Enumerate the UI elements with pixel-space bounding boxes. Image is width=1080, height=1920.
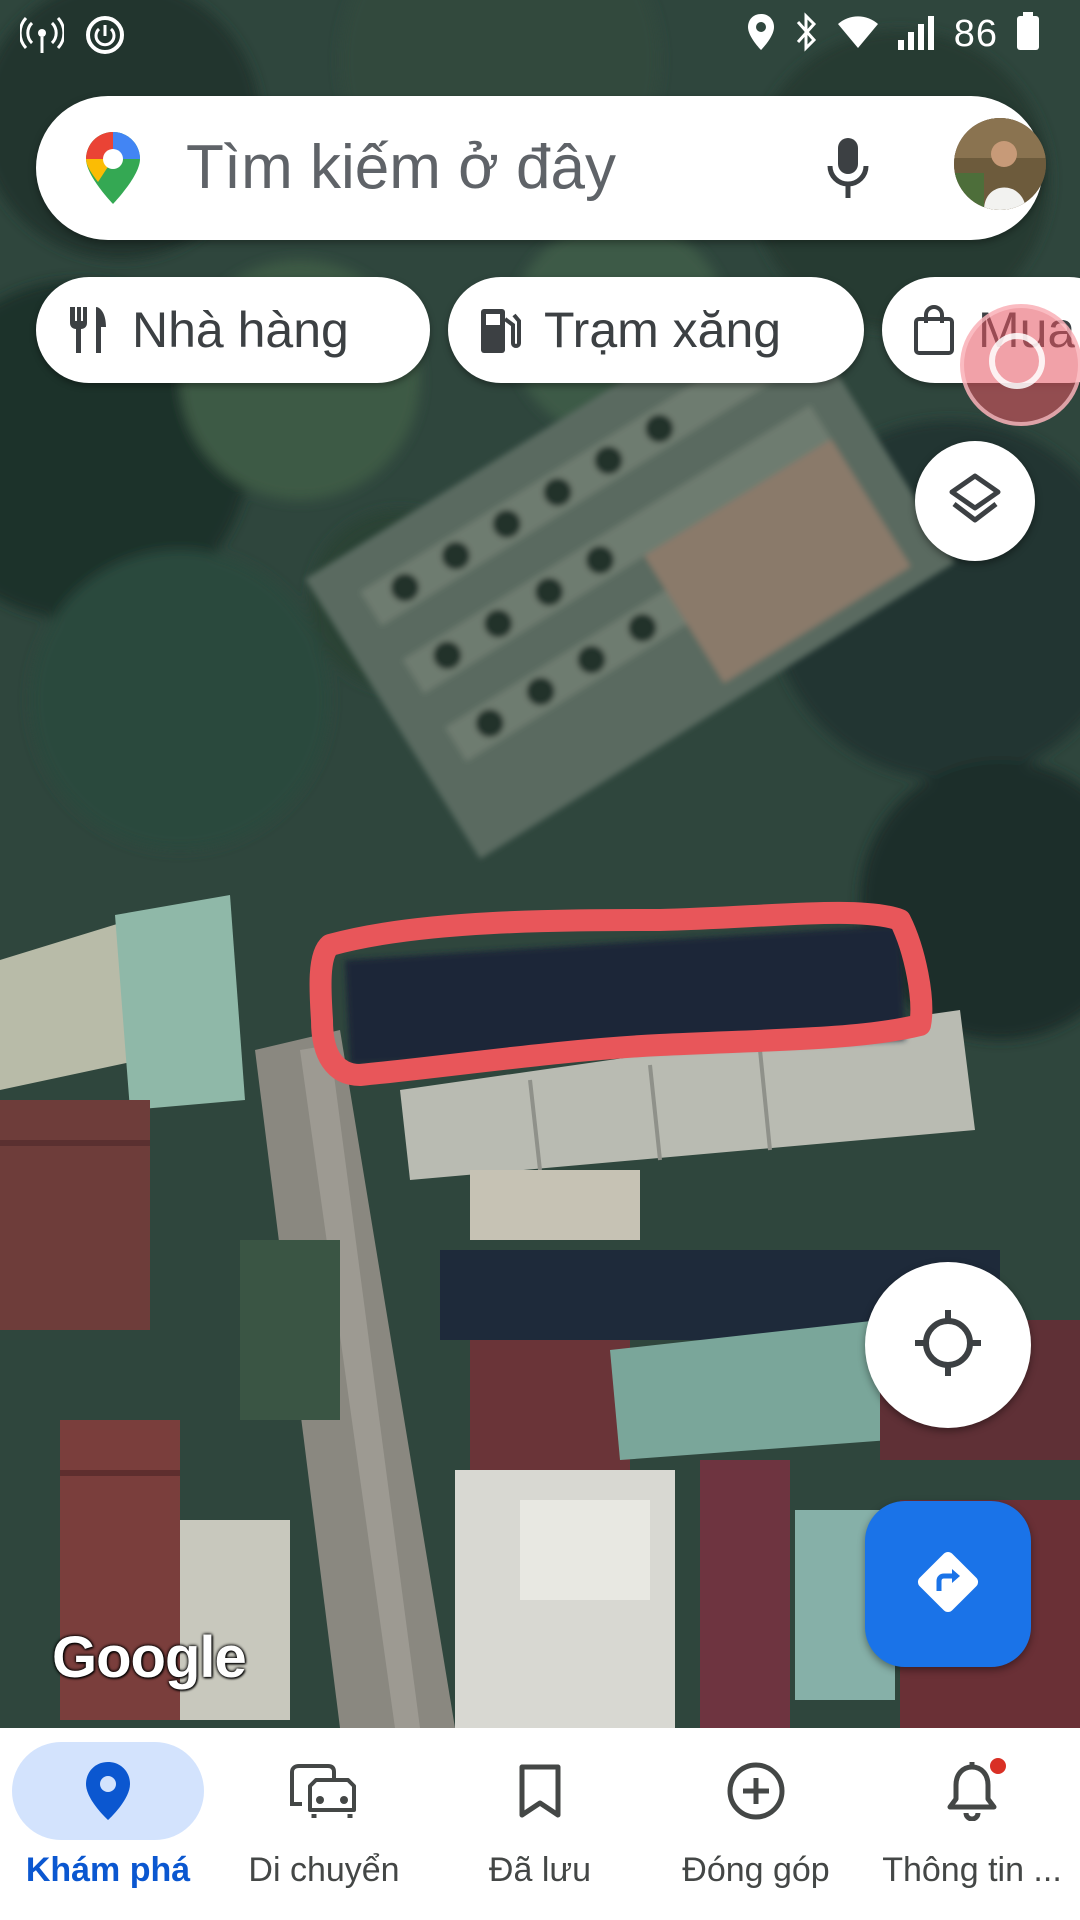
wifi-icon <box>837 14 878 55</box>
status-bar: 86 <box>0 0 1080 72</box>
location-icon <box>746 12 776 57</box>
chip-gas-stations[interactable]: Trạm xăng <box>448 277 864 383</box>
nav-label: Di chuyển <box>248 1851 400 1889</box>
nav-saved[interactable]: Đã lưu <box>432 1728 648 1920</box>
my-location-button[interactable] <box>865 1262 1031 1428</box>
chip-label: Trạm xăng <box>544 302 782 358</box>
directions-icon <box>915 1549 981 1620</box>
chip-label: Nhà hàng <box>132 302 349 358</box>
map-imagery <box>0 0 1080 1728</box>
search-input[interactable] <box>186 132 746 202</box>
nav-label: Đóng góp <box>682 1851 830 1889</box>
google-watermark: Google <box>52 1625 247 1690</box>
add-circle-icon <box>648 1748 864 1834</box>
power-icon <box>84 14 126 61</box>
notification-dot <box>988 1756 1008 1776</box>
search-bar[interactable] <box>36 96 1046 240</box>
profile-avatar[interactable] <box>954 118 1046 210</box>
nav-commute[interactable]: Di chuyển <box>216 1728 432 1920</box>
bell-icon <box>864 1748 1080 1834</box>
my-location-icon <box>913 1308 983 1383</box>
explore-pin-icon <box>0 1748 216 1834</box>
hotspot-icon <box>18 15 66 60</box>
shopping-bag-icon <box>912 305 956 355</box>
screen-record-overlay[interactable] <box>960 304 1080 426</box>
bookmark-icon <box>432 1748 648 1834</box>
signal-icon <box>896 14 936 55</box>
nav-explore[interactable]: Khám phá <box>0 1728 216 1920</box>
nav-label: Thông tin ... <box>882 1851 1062 1889</box>
commute-icon <box>216 1748 432 1834</box>
battery-icon <box>1016 12 1040 57</box>
nav-contribute[interactable]: Đóng góp <box>648 1728 864 1920</box>
layers-button[interactable] <box>915 441 1035 561</box>
nav-label: Đã lưu <box>488 1851 592 1889</box>
bottom-navigation: Khám phá Di chuyển Đã lưu Đóng góp Thông… <box>0 1728 1080 1920</box>
chip-restaurants[interactable]: Nhà hàng <box>36 277 430 383</box>
google-maps-logo <box>84 130 142 211</box>
layers-icon <box>946 470 1004 533</box>
nav-updates[interactable]: Thông tin ... <box>864 1728 1080 1920</box>
restaurant-icon <box>66 305 110 355</box>
gas-station-icon <box>478 305 522 355</box>
mic-icon[interactable] <box>826 136 870 205</box>
directions-button[interactable] <box>865 1501 1031 1667</box>
bluetooth-icon <box>794 12 820 57</box>
battery-percentage: 86 <box>953 13 998 55</box>
satellite-map[interactable] <box>0 0 1080 1728</box>
nav-label: Khám phá <box>25 1851 191 1889</box>
